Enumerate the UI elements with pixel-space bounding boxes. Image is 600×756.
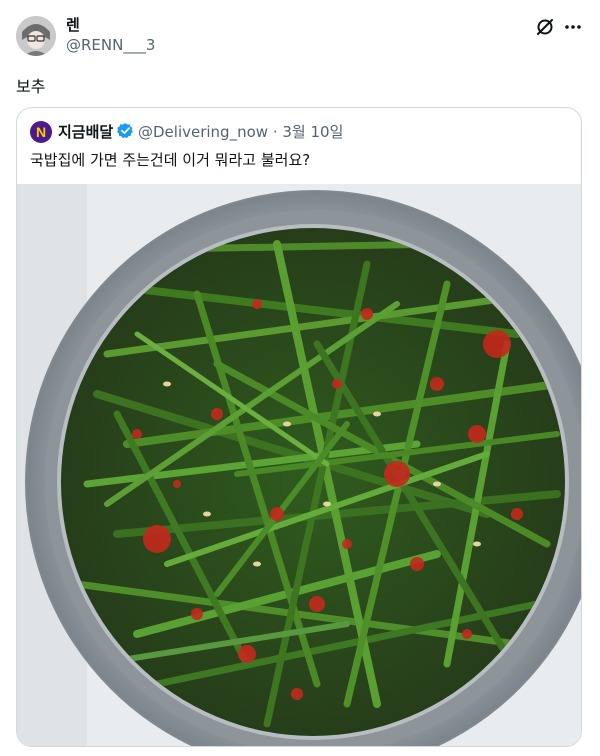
quoted-date[interactable]: 3월 10일 bbox=[282, 123, 343, 141]
avatar[interactable] bbox=[16, 16, 56, 56]
quoted-avatar[interactable]: N bbox=[30, 121, 52, 143]
post-text: 보추 bbox=[16, 77, 46, 96]
author-handle[interactable]: @RENN___3 bbox=[66, 36, 155, 54]
grok-icon[interactable] bbox=[534, 16, 556, 38]
verified-badge-icon bbox=[117, 122, 134, 139]
quoted-image[interactable] bbox=[17, 184, 581, 746]
quoted-author-handle[interactable]: @Delivering_now bbox=[138, 123, 268, 141]
svg-text:N: N bbox=[36, 124, 46, 140]
quoted-text: 국밥집에 가면 주는건데 이거 뭐라고 불러요? bbox=[30, 151, 311, 169]
quoted-author-name[interactable]: 지금배달 bbox=[58, 121, 113, 142]
post-header: 렌 @RENN___3 bbox=[0, 0, 600, 64]
more-icon[interactable] bbox=[562, 16, 584, 38]
quoted-post[interactable]: N 지금배달 @Delivering_now · 3월 10일 국밥집에 가면 … bbox=[16, 107, 582, 747]
author-name[interactable]: 렌 bbox=[66, 14, 80, 35]
quoted-handle-and-date[interactable]: @Delivering_now · 3월 10일 bbox=[138, 121, 343, 142]
date-separator: · bbox=[272, 123, 278, 141]
